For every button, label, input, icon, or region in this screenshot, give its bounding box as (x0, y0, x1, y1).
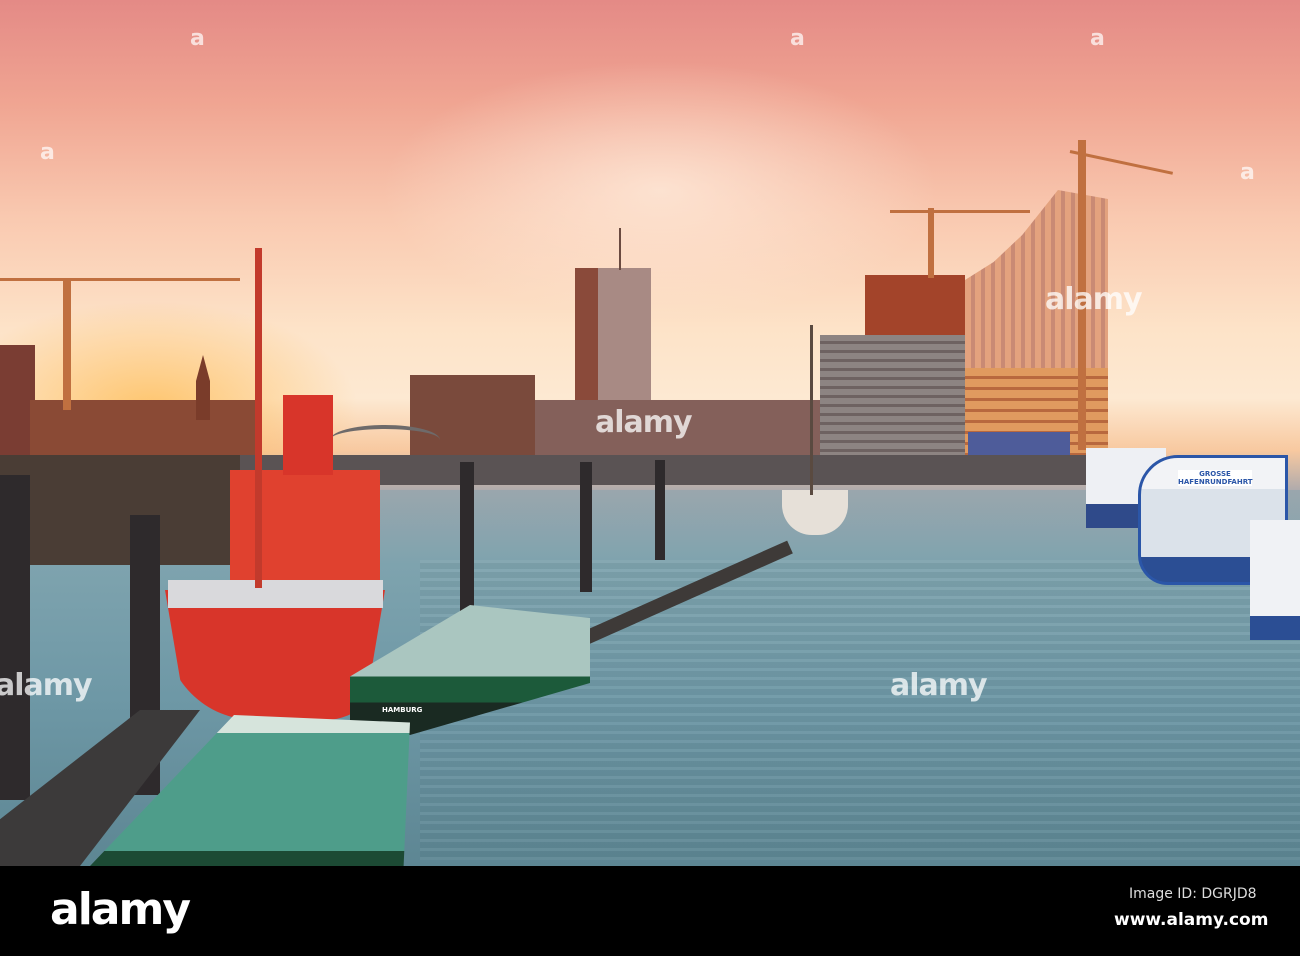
stock-footer: alamy Image ID: DGRJD8 www.alamy.com (0, 866, 1300, 956)
alamy-logo: alamy (50, 884, 191, 935)
water-ripples (420, 560, 1300, 860)
image-id: Image ID: DGRJD8 (1129, 886, 1257, 902)
watermark-alamy-right: alamy (1045, 282, 1143, 317)
bridge (330, 425, 440, 455)
crane-mid-jib (890, 210, 1030, 213)
alamy-url[interactable]: www.alamy.com (1114, 910, 1268, 930)
blue-container (968, 432, 1070, 456)
office-block (820, 335, 970, 460)
tower-antenna (619, 228, 621, 270)
watermark-a: a (190, 26, 205, 51)
watermark-alamy-center: alamy (595, 405, 693, 440)
watermark-a: a (1240, 160, 1255, 185)
crane-mid-mast (928, 208, 934, 278)
watermark-alamy-left: alamy (0, 668, 93, 703)
crane-left-mast (63, 280, 71, 410)
lightship-deck (168, 580, 383, 608)
sky-glow (380, 60, 940, 320)
lightship-superstructure (230, 470, 380, 580)
harbor-photo: HAMBURG GROSSE HAFENRUNDFAHRT a a a a a … (0, 0, 1300, 866)
pile (580, 462, 592, 592)
barge-port-label: HAMBURG (382, 706, 423, 714)
pile (655, 460, 665, 560)
quay-wall (0, 455, 240, 565)
elbphilharmonie (965, 190, 1108, 370)
pile (0, 475, 30, 800)
watermark-alamy-water: alamy (890, 668, 988, 703)
lightship-lantern (283, 395, 333, 475)
watermark-a: a (790, 26, 805, 51)
lightship-mast (255, 248, 262, 588)
watermark-a: a (40, 140, 55, 165)
crane-left-jib (0, 278, 240, 281)
ferry-near (1250, 520, 1300, 640)
sailboat-mast (810, 325, 813, 495)
ferry-sign: GROSSE HAFENRUNDFAHRT (1178, 470, 1253, 486)
watermark-a: a (1090, 26, 1105, 51)
